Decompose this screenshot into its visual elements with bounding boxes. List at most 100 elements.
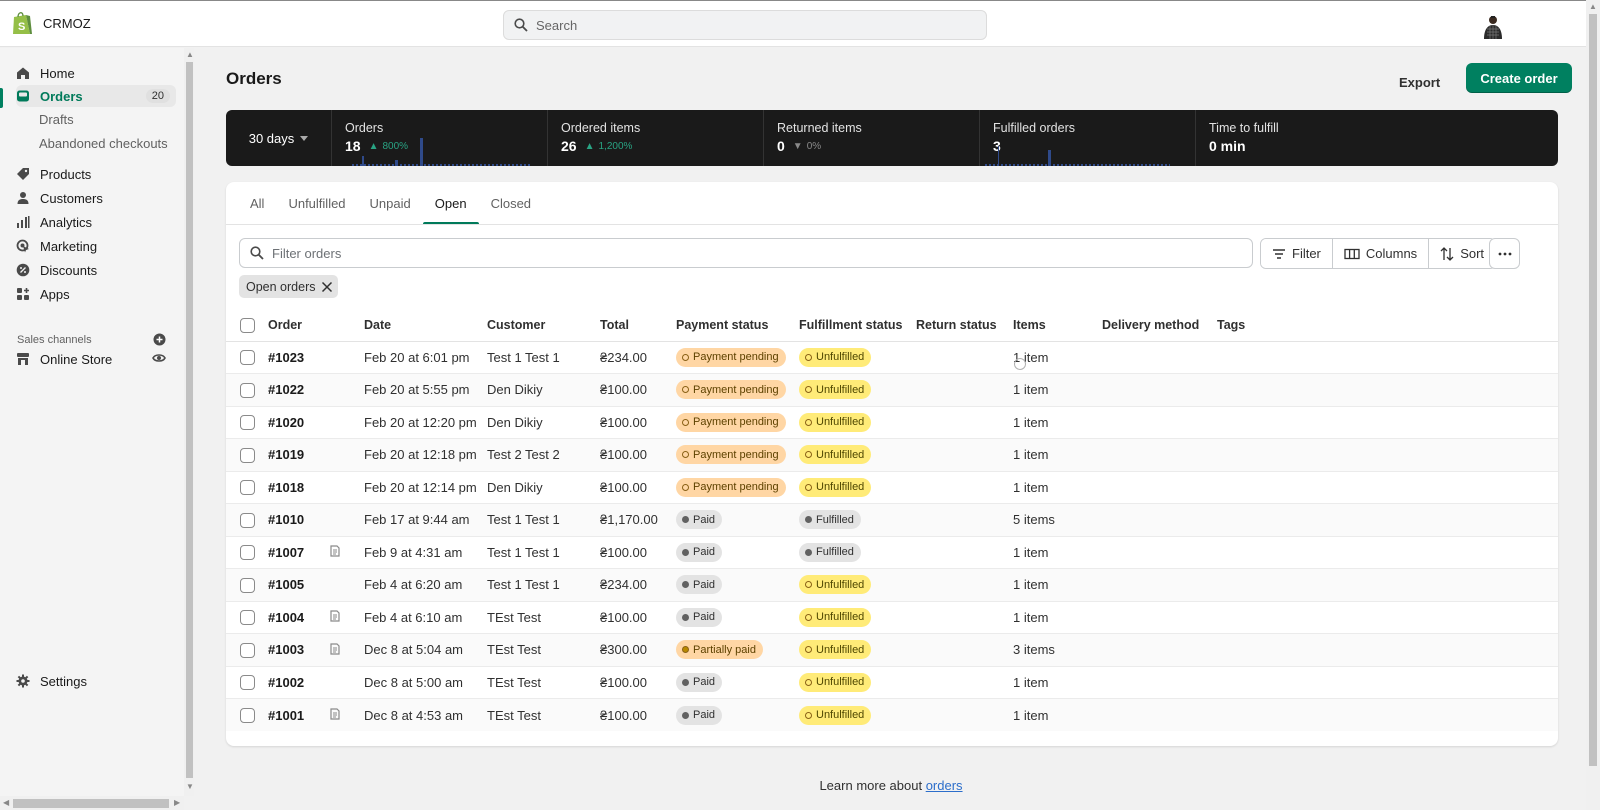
scroll-down-arrow-icon[interactable]: ▼ — [186, 782, 194, 791]
table-row[interactable]: #1020 Feb 20 at 12:20 pm Den Dikiy ₴100.00 P… — [226, 406, 1558, 439]
column-header-order[interactable]: Order — [268, 310, 330, 342]
sidebar-item-settings[interactable]: Settings — [16, 670, 176, 692]
row-checkbox[interactable] — [240, 545, 255, 561]
row-checkbox[interactable] — [240, 512, 255, 528]
sidebar-subitem-drafts[interactable]: Drafts — [39, 112, 74, 127]
column-header-delivery-method[interactable]: Delivery method — [1102, 310, 1217, 342]
sidebar-horizontal-scrollbar[interactable]: ◀ ▶ — [0, 796, 184, 810]
tab-open[interactable]: Open — [422, 182, 479, 225]
order-number-link[interactable]: #1007 — [268, 545, 304, 560]
badge-label: Unfulfilled — [816, 351, 865, 364]
create-order-button[interactable]: Create order — [1466, 63, 1572, 93]
user-avatar[interactable] — [1480, 13, 1506, 39]
brand[interactable]: S CRMOZ — [11, 10, 91, 36]
column-header-return-status[interactable]: Return status — [916, 310, 1013, 342]
table-row[interactable]: #1023 Feb 20 at 6:01 pm Test 1 Test 1 ₴234.… — [226, 341, 1558, 374]
remove-filter-close-icon[interactable] — [321, 281, 333, 293]
column-header-payment-status[interactable]: Payment status — [676, 310, 799, 342]
more-actions-button[interactable] — [1489, 238, 1520, 269]
order-number-link[interactable]: #1022 — [268, 382, 304, 397]
column-header-customer[interactable]: Customer — [487, 310, 600, 342]
metric-ordered-items[interactable]: Ordered items 26 ▲ 1,200% — [548, 110, 764, 166]
tab-unfulfilled[interactable]: Unfulfilled — [276, 182, 357, 224]
gear-icon — [16, 674, 30, 688]
scroll-up-arrow-icon[interactable]: ▲ — [186, 50, 194, 59]
sidebar-item-discounts[interactable]: Discounts — [16, 259, 176, 281]
sidebar-item-home[interactable]: Home — [16, 62, 176, 84]
sidebar-item-customers[interactable]: Customers — [16, 187, 176, 209]
learn-more-orders-link[interactable]: orders — [926, 778, 963, 793]
metric-fulfilled-orders[interactable]: Fulfilled orders 3 — [980, 110, 1196, 166]
scrollbar-thumb[interactable] — [1589, 14, 1597, 766]
table-row[interactable]: #1010 Feb 17 at 9:44 am Test 1 Test 1 ₴1,17… — [226, 503, 1558, 537]
page-vertical-scrollbar[interactable]: ▲ — [1586, 0, 1600, 810]
tab-closed[interactable]: Closed — [479, 182, 543, 224]
sidebar-item-products[interactable]: Products — [16, 163, 176, 185]
row-checkbox[interactable] — [240, 447, 255, 463]
global-search[interactable] — [503, 10, 987, 40]
sidebar-item-marketing[interactable]: Marketing — [16, 235, 176, 257]
table-row[interactable]: #1019 Feb 20 at 12:18 pm Test 2 Test 2 ₴100… — [226, 438, 1558, 472]
table-row[interactable]: #1001 Dec 8 at 4:53 am TEst Test ₴100.00 Pai… — [226, 698, 1558, 731]
global-search-input[interactable] — [536, 17, 956, 33]
order-number-link[interactable]: #1020 — [268, 415, 304, 430]
column-header-total[interactable]: Total — [600, 310, 676, 342]
order-number-link[interactable]: #1010 — [268, 512, 304, 527]
order-number-link[interactable]: #1004 — [268, 610, 304, 625]
sort-button[interactable]: Sort — [1429, 239, 1496, 268]
table-row[interactable]: #1004 Feb 4 at 6:10 am TEst Test ₴100.00 Pai… — [226, 601, 1558, 634]
row-checkbox[interactable] — [240, 577, 255, 593]
row-checkbox[interactable] — [240, 642, 255, 658]
order-number-link[interactable]: #1023 — [268, 350, 304, 365]
column-header-date[interactable]: Date — [364, 310, 487, 342]
filter-button[interactable]: Filter — [1261, 239, 1333, 268]
scrollbar-thumb[interactable] — [13, 799, 169, 808]
scroll-left-arrow-icon[interactable]: ◀ — [3, 798, 9, 807]
order-number-link[interactable]: #1003 — [268, 642, 304, 657]
tab-unpaid[interactable]: Unpaid — [358, 182, 423, 224]
table-row[interactable]: #1022 Feb 20 at 5:55 pm Den Dikiy ₴100.00 Pa… — [226, 373, 1558, 407]
column-header-fulfillment-status[interactable]: Fulfillment status — [799, 310, 916, 342]
table-row[interactable]: #1007 Feb 9 at 4:31 am Test 1 Test 1 ₴100.0… — [226, 536, 1558, 569]
order-number-link[interactable]: #1018 — [268, 480, 304, 495]
sidebar-item-label: Settings — [40, 673, 87, 689]
row-checkbox[interactable] — [240, 382, 255, 398]
metric-time-to-fulfill[interactable]: Time to fulfill 0 min — [1196, 110, 1558, 166]
table-row[interactable]: #1018 Feb 20 at 12:14 pm Den Dikiy ₴100.00 P… — [226, 471, 1558, 504]
filter-orders-input[interactable] — [272, 245, 1232, 261]
table-row[interactable]: #1005 Feb 4 at 6:20 am Test 1 Test 1 ₴234.0… — [226, 568, 1558, 602]
row-checkbox[interactable] — [240, 350, 255, 366]
sidebar-item-analytics[interactable]: Analytics — [16, 211, 176, 233]
items-count: 3 items — [1013, 633, 1102, 667]
table-row[interactable]: #1003 Dec 8 at 5:04 am TEst Test ₴300.00 Par… — [226, 633, 1558, 667]
row-checkbox[interactable] — [240, 708, 255, 724]
column-header-tags[interactable]: Tags — [1217, 310, 1558, 342]
view-store-eye-icon[interactable] — [152, 352, 166, 364]
order-number-link[interactable]: #1001 — [268, 708, 304, 723]
sidebar-item-orders[interactable]: Orders 20 — [16, 85, 176, 107]
scroll-up-arrow-icon[interactable]: ▲ — [1589, 2, 1597, 11]
column-header-items[interactable]: Items — [1013, 310, 1102, 342]
row-checkbox[interactable] — [240, 480, 255, 496]
order-number-link[interactable]: #1005 — [268, 577, 304, 592]
sidebar-vertical-scrollbar[interactable]: ▲ ▼ — [184, 48, 194, 796]
filter-orders-field[interactable] — [239, 238, 1253, 268]
columns-button[interactable]: Columns — [1332, 239, 1430, 268]
select-all-checkbox[interactable] — [240, 317, 255, 333]
row-checkbox[interactable] — [240, 675, 255, 691]
row-checkbox[interactable] — [240, 415, 255, 431]
row-checkbox[interactable] — [240, 610, 255, 626]
metric-orders[interactable]: Orders 18 ▲ 800% — [332, 110, 548, 166]
sidebar-subitem-abandoned-checkouts[interactable]: Abandoned checkouts — [39, 136, 168, 151]
export-button[interactable]: Export — [1389, 68, 1450, 96]
sidebar-item-apps[interactable]: Apps — [16, 283, 176, 305]
tab-all[interactable]: All — [238, 182, 276, 224]
metric-returned-items[interactable]: Returned items 0 ▼ 0% — [764, 110, 980, 166]
add-sales-channel-icon[interactable] — [153, 333, 166, 346]
scroll-right-arrow-icon[interactable]: ▶ — [174, 798, 180, 807]
order-number-link[interactable]: #1019 — [268, 447, 304, 462]
table-row[interactable]: #1002 Dec 8 at 5:00 am TEst Test ₴100.00 Pai… — [226, 666, 1558, 699]
date-range-selector[interactable]: 30 days — [226, 110, 332, 166]
scrollbar-thumb[interactable] — [186, 62, 193, 778]
order-number-link[interactable]: #1002 — [268, 675, 304, 690]
